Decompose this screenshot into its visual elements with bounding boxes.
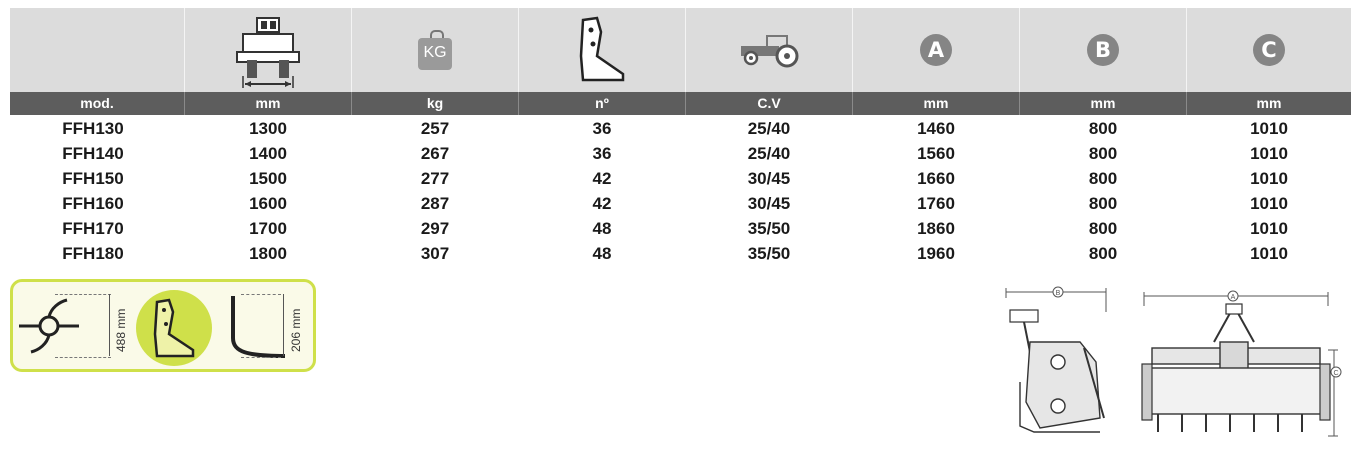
cell-blades: 36 xyxy=(592,119,612,138)
rotor-dimension-line xyxy=(55,294,111,358)
weight-label: KG xyxy=(423,44,447,61)
cell-model: FFH170 xyxy=(62,219,124,238)
unit-dim-b: mm xyxy=(1090,95,1116,111)
cell-dim-a: 1960 xyxy=(917,244,955,263)
cell-dim-b: 800 xyxy=(1088,244,1118,263)
cell-weight: 287 xyxy=(420,194,450,213)
cell-dim-c: 1010 xyxy=(1250,144,1288,163)
cell-dim-a: 1860 xyxy=(917,219,955,238)
blade-info-box: 488 mm 206 mm xyxy=(10,279,316,372)
weight-kg-icon: KG xyxy=(418,30,452,70)
cell-dim-a: 1760 xyxy=(917,194,955,213)
cell-dim-b: 800 xyxy=(1088,219,1118,238)
table-header-icons: KG A B C xyxy=(10,8,1351,92)
front-view-drawing: A C xyxy=(1141,290,1342,437)
cell-power: 35/50 xyxy=(747,244,791,263)
cell-weight: 267 xyxy=(420,144,450,163)
cell-blades: 36 xyxy=(592,144,612,163)
blade-icon xyxy=(153,298,195,358)
header-weight-cell: KG xyxy=(352,8,518,92)
header-power-cell xyxy=(686,8,852,92)
side-view-label: B xyxy=(1056,290,1061,297)
unit-dim-a: mm xyxy=(923,95,949,111)
blade-dimension-bar xyxy=(283,294,284,356)
cell-blades: 42 xyxy=(592,194,612,213)
side-view-drawing: B xyxy=(1005,286,1107,433)
header-dim-c-cell: C xyxy=(1187,8,1351,92)
cell-width: 1800 xyxy=(249,244,287,263)
blade-dimension-label: 206 mm xyxy=(289,308,303,352)
cell-dim-c: 1010 xyxy=(1250,219,1288,238)
rotor-dimension-label: 488 mm xyxy=(114,308,128,352)
table-row: FFH160 1600 287 42 30/45 1760 800 1010 xyxy=(10,191,1351,216)
cell-width: 1300 xyxy=(249,119,287,138)
cell-power: 30/45 xyxy=(747,194,791,213)
unit-width: mm xyxy=(255,95,281,111)
dimension-c-icon: C xyxy=(1253,34,1285,66)
cell-power: 25/40 xyxy=(747,119,791,138)
unit-dim-c: mm xyxy=(1256,95,1282,111)
cell-dim-b: 800 xyxy=(1088,144,1118,163)
cell-width: 1700 xyxy=(249,219,287,238)
cell-dim-b: 800 xyxy=(1088,119,1118,138)
cell-model: FFH130 xyxy=(62,119,124,138)
cell-weight: 307 xyxy=(420,244,450,263)
tractor-width-icon xyxy=(236,17,300,88)
table-row: FFH150 1500 277 42 30/45 1660 800 1010 xyxy=(10,166,1351,191)
rotor-dimension-bar xyxy=(109,294,110,356)
unit-blades: nº xyxy=(595,95,609,111)
unit-weight: kg xyxy=(426,95,444,111)
units-row: mod. mm kg nº C.V mm mm mm xyxy=(10,92,1351,115)
cell-model: FFH180 xyxy=(62,244,124,263)
cell-dim-a: 1460 xyxy=(917,119,955,138)
cell-blades: 48 xyxy=(592,219,612,238)
cell-model: FFH140 xyxy=(62,144,124,163)
unit-power: C.V xyxy=(757,95,781,111)
header-dim-b-cell: B xyxy=(1020,8,1186,92)
tractor-icon xyxy=(741,35,799,68)
front-view-right-label: C xyxy=(1333,370,1338,377)
unit-model: mod. xyxy=(80,95,114,111)
cell-blades: 48 xyxy=(592,244,612,263)
front-view-top-label: A xyxy=(1231,294,1236,301)
cell-dim-b: 800 xyxy=(1088,194,1118,213)
cell-power: 25/40 xyxy=(747,144,791,163)
cell-weight: 297 xyxy=(420,219,450,238)
cell-model: FFH160 xyxy=(62,194,124,213)
cell-dim-a: 1660 xyxy=(917,169,955,188)
header-width-cell xyxy=(185,8,351,92)
cell-dim-c: 1010 xyxy=(1250,244,1288,263)
table-row: FFH180 1800 307 48 35/50 1960 800 1010 xyxy=(10,241,1351,266)
cell-width: 1500 xyxy=(249,169,287,188)
cell-power: 30/45 xyxy=(747,169,791,188)
cell-power: 35/50 xyxy=(747,219,791,238)
table-row: FFH140 1400 267 36 25/40 1560 800 1010 xyxy=(10,141,1351,166)
cell-weight: 257 xyxy=(420,119,450,138)
table-row: FFH130 1300 257 36 25/40 1460 800 1010 xyxy=(10,116,1351,141)
header-blades-cell xyxy=(519,8,685,92)
blade-icon xyxy=(579,16,625,82)
cell-dim-c: 1010 xyxy=(1250,119,1288,138)
cell-blades: 42 xyxy=(592,169,612,188)
dimension-a-icon: A xyxy=(920,34,952,66)
cell-dim-c: 1010 xyxy=(1250,194,1288,213)
table-row: FFH170 1700 297 48 35/50 1860 800 1010 xyxy=(10,216,1351,241)
header-model-cell xyxy=(10,8,184,92)
cell-width: 1400 xyxy=(249,144,287,163)
cell-dim-a: 1560 xyxy=(917,144,955,163)
dimension-b-icon: B xyxy=(1087,34,1119,66)
cell-weight: 277 xyxy=(420,169,450,188)
cell-dim-b: 800 xyxy=(1088,169,1118,188)
cell-model: FFH150 xyxy=(62,169,124,188)
cell-dim-c: 1010 xyxy=(1250,169,1288,188)
cell-width: 1600 xyxy=(249,194,287,213)
header-dim-a-cell: A xyxy=(853,8,1019,92)
blade-dimension-line xyxy=(241,294,281,358)
